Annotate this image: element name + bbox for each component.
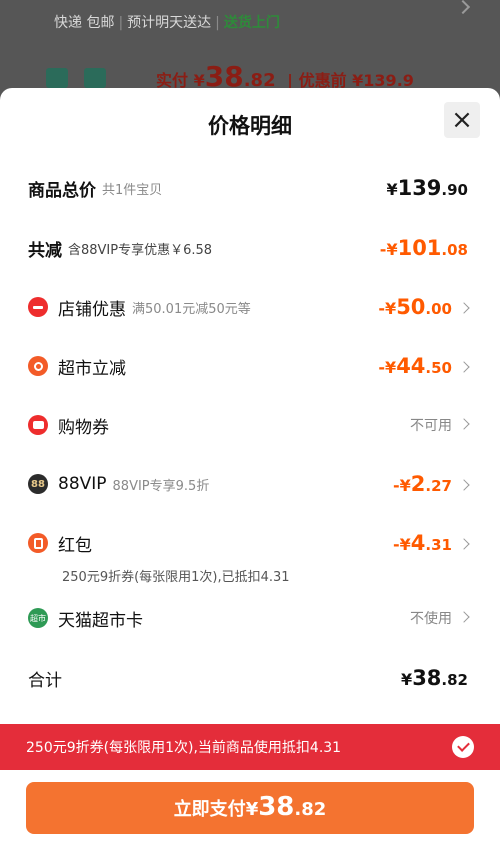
- row-label: 合计: [28, 670, 62, 691]
- row-sub: 含88VIP专享优惠￥6.58: [68, 242, 213, 258]
- pay-currency: ¥: [245, 799, 259, 820]
- coupon-applied-banner[interactable]: 250元9折券(每张限用1次),当前商品使用抵扣4.31: [0, 724, 500, 770]
- sheet-title: 价格明细: [208, 114, 292, 138]
- check-icon[interactable]: [452, 736, 474, 758]
- row-shopping-coupon[interactable]: 购物券 不可用: [28, 409, 470, 441]
- chevron-right-icon: [458, 538, 470, 550]
- sum-amount: ¥38.82: [401, 666, 468, 690]
- close-button[interactable]: ×: [444, 102, 480, 138]
- row-label: 店铺优惠: [58, 299, 126, 320]
- red-packet-icon: [28, 533, 48, 553]
- row-sub: 满50.01元减50元等: [132, 301, 251, 317]
- row-label: 红包: [58, 535, 92, 556]
- pay-int: 38: [258, 792, 295, 822]
- chevron-right-icon: [455, 0, 471, 15]
- chevron-right-icon: [458, 361, 470, 373]
- row-label: 共减: [28, 240, 62, 261]
- vip-discount-amount: -¥2.27: [393, 472, 452, 496]
- ticket-icon: [28, 415, 48, 435]
- row-label: 88VIP: [58, 474, 107, 494]
- row-sub: 88VIP专享9.5折: [112, 478, 210, 494]
- total-amount: ¥139.90: [386, 176, 468, 200]
- row-total-price: 商品总价 共1件宝贝 ¥139.90: [28, 172, 468, 204]
- row-red-packet[interactable]: 红包 -¥4.31: [28, 527, 470, 559]
- pay-now-button[interactable]: 立即支付 ¥38.82: [26, 782, 474, 834]
- chevron-right-icon: [458, 611, 470, 623]
- red-packet-note: 250元9折券(每张限用1次),已抵扣4.31: [62, 570, 290, 585]
- chevron-right-icon: [458, 418, 470, 430]
- row-tmall-market-card[interactable]: 超市 天猫超市卡 不使用: [28, 602, 470, 634]
- 88vip-badge-icon: 88: [28, 474, 48, 494]
- row-88vip[interactable]: 88 88VIP 88VIP专享9.5折 -¥2.27: [28, 468, 470, 500]
- row-label: 天猫超市卡: [58, 610, 143, 631]
- shipping-text: 快递 包邮: [54, 15, 115, 31]
- product-thumbnail: [84, 68, 106, 88]
- chevron-right-icon: [458, 479, 470, 491]
- banner-text: 250元9折券(每张限用1次),当前商品使用抵扣4.31: [26, 740, 342, 756]
- coupon-status: 不可用: [410, 418, 452, 434]
- row-label: 商品总价: [28, 180, 96, 201]
- row-label: 购物券: [58, 417, 109, 438]
- red-packet-amount: -¥4.31: [393, 531, 452, 555]
- price-detail-sheet: 价格明细 × 商品总价 共1件宝贝 ¥139.90 共减 含88VIP专享优惠￥…: [0, 88, 500, 841]
- row-shop-discount[interactable]: 店铺优惠 满50.01元减50元等 -¥50.00: [28, 291, 470, 323]
- close-icon: ×: [451, 105, 473, 135]
- pay-dec: .82: [294, 799, 327, 820]
- row-label: 超市立减: [58, 358, 126, 379]
- pickup-text: 送货上门: [223, 15, 280, 31]
- product-thumbnail: [46, 68, 68, 88]
- row-total-reduction: 共减 含88VIP专享优惠￥6.58 -¥101.08: [28, 232, 468, 264]
- delivery-info: 快递 包邮 | 预计明天送达 | 送货上门: [54, 15, 280, 31]
- delivery-estimate: 预计明天送达: [127, 15, 212, 31]
- reduction-amount: -¥101.08: [379, 236, 468, 260]
- shop-discount-amount: -¥50.00: [378, 295, 452, 319]
- market-discount-amount: -¥44.50: [378, 354, 452, 378]
- store-coupon-icon: [28, 297, 48, 317]
- card-status: 不使用: [410, 611, 452, 627]
- chevron-right-icon: [458, 302, 470, 314]
- row-sub: 共1件宝贝: [102, 182, 163, 198]
- row-sum: 合计 ¥38.82: [28, 662, 468, 694]
- market-discount-icon: [28, 356, 48, 376]
- pay-label: 立即支付: [173, 799, 246, 820]
- tmall-market-card-icon: 超市: [28, 608, 48, 628]
- row-market-discount[interactable]: 超市立减 -¥44.50: [28, 350, 470, 382]
